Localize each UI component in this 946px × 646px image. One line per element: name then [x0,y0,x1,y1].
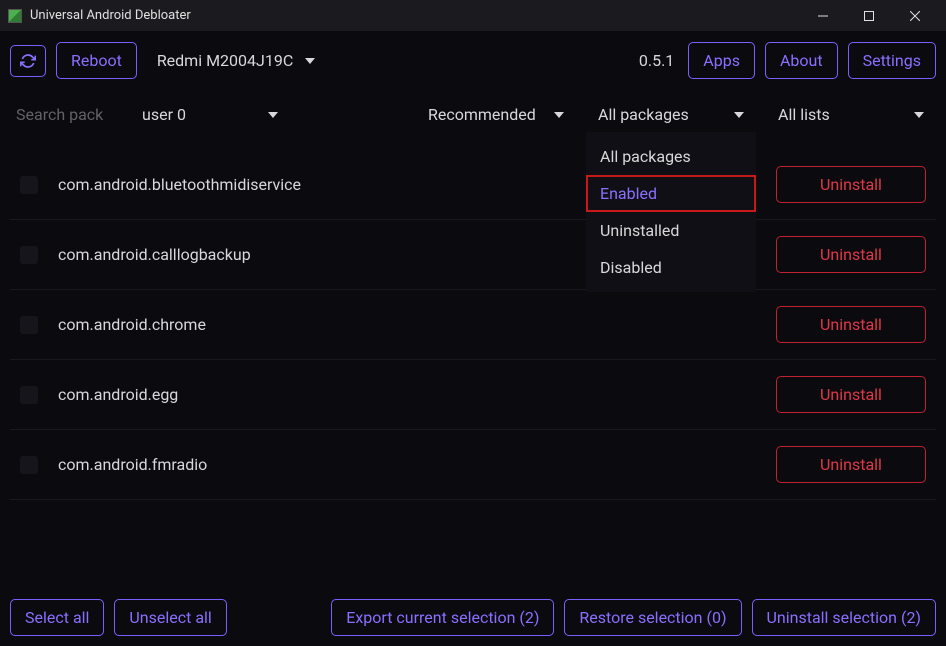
status-dropdown-menu: All packagesEnabledUninstalledDisabled [586,132,756,292]
close-button[interactable] [892,0,938,32]
package-name[interactable]: com.android.fmradio [58,455,756,474]
list-label: All lists [778,105,830,124]
package-row: com.android.egg Uninstall [10,360,936,430]
user-label: user 0 [142,105,186,124]
caret-down-icon [268,112,278,118]
minimize-button[interactable] [800,0,846,32]
uninstall-button[interactable]: Uninstall [776,446,926,483]
status-label: All packages [598,105,689,124]
device-dropdown[interactable]: Redmi M2004J19C [147,43,325,78]
uninstall-selection-button[interactable]: Uninstall selection (2) [752,599,936,636]
dropdown-item[interactable]: All packages [586,138,756,175]
uninstall-button[interactable]: Uninstall [776,166,926,203]
package-name[interactable]: com.android.egg [58,385,756,404]
uninstall-button[interactable]: Uninstall [776,306,926,343]
apps-button[interactable]: Apps [688,42,755,79]
status-dropdown[interactable]: All packages All packagesEnabledUninstal… [586,97,756,132]
window-controls [800,0,938,32]
bottom-bar: Select all Unselect all Export current s… [10,587,936,636]
version-label: 0.5.1 [639,51,674,70]
caret-down-icon [734,112,744,118]
caret-down-icon [914,112,924,118]
uninstall-button[interactable]: Uninstall [776,236,926,273]
package-list: com.android.bluetoothmidiserviceUninstal… [10,150,936,587]
caret-down-icon [554,112,564,118]
toolbar: Reboot Redmi M2004J19C 0.5.1 Apps About … [10,42,936,79]
titlebar-title: Universal Android Debloater [30,8,800,23]
toolbar-right: 0.5.1 Apps About Settings [639,42,936,79]
dropdown-item[interactable]: Disabled [586,249,756,286]
settings-button[interactable]: Settings [848,42,936,79]
bottom-right: Export current selection (2) Restore sel… [331,599,936,636]
package-name[interactable]: com.android.chrome [58,315,756,334]
package-row: com.android.chrome Uninstall [10,290,936,360]
dropdown-item[interactable]: Uninstalled [586,212,756,249]
search-input[interactable] [10,97,120,132]
uninstall-button[interactable]: Uninstall [776,376,926,413]
about-button[interactable]: About [765,42,838,79]
user-dropdown[interactable]: user 0 [130,97,290,132]
device-label: Redmi M2004J19C [157,51,293,70]
select-all-button[interactable]: Select all [10,599,104,636]
package-row: com.android.bluetoothmidiserviceUninstal… [10,150,936,220]
refresh-icon [20,53,36,69]
maximize-button[interactable] [846,0,892,32]
refresh-button[interactable] [10,45,46,77]
package-checkbox[interactable] [20,386,38,404]
app-icon [8,9,22,23]
filter-right: Recommended All packages All packagesEna… [416,97,936,132]
caret-down-icon [305,58,315,64]
category-dropdown[interactable]: Recommended [416,97,576,132]
export-button[interactable]: Export current selection (2) [331,599,554,636]
reboot-button[interactable]: Reboot [56,42,137,79]
dropdown-item[interactable]: Enabled [586,175,756,212]
package-row: com.android.calllogbackupUninstall [10,220,936,290]
titlebar: Universal Android Debloater [0,0,946,32]
package-checkbox[interactable] [20,316,38,334]
restore-button[interactable]: Restore selection (0) [564,599,741,636]
list-dropdown[interactable]: All lists [766,97,936,132]
package-row: com.android.fmradio Uninstall [10,430,936,500]
package-checkbox[interactable] [20,246,38,264]
package-checkbox[interactable] [20,176,38,194]
category-label: Recommended [428,105,536,124]
app-body: Reboot Redmi M2004J19C 0.5.1 Apps About … [0,32,946,646]
filter-row: user 0 Recommended All packages All pack… [10,97,936,132]
unselect-all-button[interactable]: Unselect all [114,599,226,636]
package-checkbox[interactable] [20,456,38,474]
